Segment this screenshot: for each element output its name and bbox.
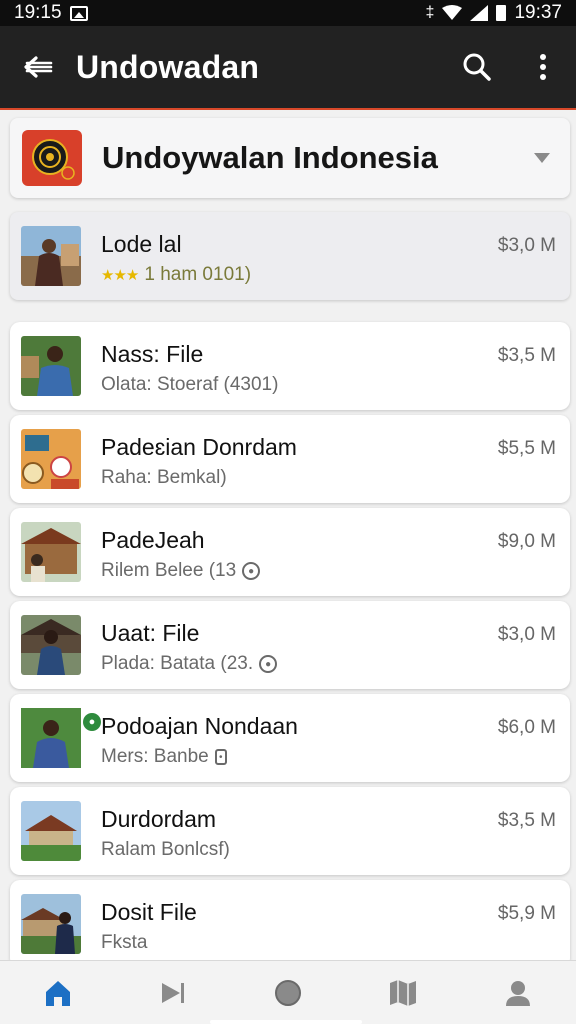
- play-icon: [161, 982, 184, 1003]
- status-time-left: 19:15: [14, 2, 62, 23]
- list-item[interactable]: Dosit File Fksta $5,9 M: [10, 880, 570, 960]
- verified-badge-icon: ●: [83, 713, 101, 731]
- item-subtitle-text: Raha: Bemkal): [101, 467, 227, 488]
- item-title: Durdordam: [101, 806, 217, 832]
- item-subtitle: Olata: Stoeraf (4301): [101, 374, 278, 396]
- lock-icon: ●: [242, 562, 261, 580]
- list-item[interactable]: Padeɛian Donrdam Raha: Bemkal) $5,5 M: [10, 415, 570, 503]
- status-bar: 19:15 ‡ 19:37: [0, 0, 576, 26]
- profile-icon: [506, 980, 531, 1006]
- item-thumbnail: ●: [21, 708, 101, 768]
- item-subtitle: Mers: Banbe •: [101, 746, 227, 768]
- list-item[interactable]: Nass: File Olata: Stoeraf (4301) $3,5 M: [10, 322, 570, 410]
- list-item[interactable]: Uaat: File Plada: Batata (23. ● $3,0 M: [10, 601, 570, 689]
- item-title: PadeJeah: [101, 527, 205, 553]
- item-subtitle: Raha: Bemkal): [101, 467, 227, 489]
- item-title: Padeɛian Donrdam: [101, 434, 297, 460]
- nav-map-button[interactable]: [373, 963, 433, 1023]
- item-price: $3,5 M: [497, 345, 556, 366]
- featured-price: $3,0 M: [497, 235, 556, 256]
- battery-icon: [496, 5, 507, 21]
- home-indicator: [210, 1020, 362, 1024]
- category-selector[interactable]: Undoywalan Indonesia: [10, 118, 570, 198]
- list-item[interactable]: Durdordam Ralam Bonlcsf) $3,5 M: [10, 787, 570, 875]
- item-subtitle: Ralam Bonlcsf): [101, 839, 230, 861]
- item-thumbnail: [21, 522, 81, 582]
- item-title: Podoajan Nondaan: [101, 713, 298, 739]
- more-vert-icon[interactable]: [510, 25, 576, 109]
- circle-icon: [274, 979, 301, 1006]
- item-price: $3,5 M: [497, 810, 556, 831]
- item-thumbnail: [21, 801, 81, 861]
- item-price: $9,0 M: [497, 531, 556, 552]
- item-list: Nass: File Olata: Stoeraf (4301) $3,5 M …: [10, 322, 570, 960]
- item-subtitle-text: Ralam Bonlcsf): [101, 839, 230, 860]
- item-subtitle: Fksta: [101, 932, 147, 954]
- featured-subtitle-row: ★★★ 1 ham 0101): [101, 264, 251, 286]
- item-subtitle-text: Fksta: [101, 932, 148, 953]
- item-title: Uaat: File: [101, 620, 200, 646]
- item-thumbnail: [21, 429, 81, 489]
- nav-circle-button[interactable]: [258, 963, 318, 1023]
- item-price: $3,0 M: [497, 624, 556, 645]
- emblem-logo: [22, 130, 82, 186]
- lock-icon: ●: [259, 655, 278, 673]
- content-area: Undoywalan Indonesia Lode lal ★★★ 1 ham …: [0, 112, 576, 960]
- item-thumbnail: [21, 615, 81, 675]
- nav-home-button[interactable]: [28, 963, 88, 1023]
- item-thumbnail: [21, 336, 81, 396]
- nfc-icon: ‡: [425, 4, 435, 21]
- lock-icon: •: [214, 749, 227, 765]
- featured-thumbnail: [21, 226, 81, 286]
- item-title: Nass: File: [101, 341, 204, 367]
- item-subtitle-text: Rilem Belee (13: [101, 560, 237, 581]
- category-title: Undoywalan Indonesia: [102, 140, 438, 175]
- list-item[interactable]: PadeJeah Rilem Belee (13 ● $9,0 M: [10, 508, 570, 596]
- featured-item[interactable]: Lode lal ★★★ 1 ham 0101) $3,0 M: [10, 212, 570, 300]
- map-icon: [390, 979, 417, 1006]
- back-arrow-icon[interactable]: [0, 25, 76, 109]
- item-price: $6,0 M: [497, 717, 556, 738]
- dropdown-arrow-icon[interactable]: [514, 153, 570, 163]
- status-time-right: 19:37: [514, 2, 562, 23]
- item-subtitle-text: Mers: Banbe: [101, 746, 209, 767]
- bottom-navigation: [0, 960, 576, 1024]
- item-thumbnail: [21, 894, 81, 954]
- item-subtitle-text: Olata: Stoeraf (4301): [101, 374, 279, 395]
- list-item[interactable]: ● Podoajan Nondaan Mers: Banbe • $6,0 M: [10, 694, 570, 782]
- app-title: Undowadan: [76, 48, 260, 85]
- item-subtitle-text: Plada: Batata (23.: [101, 653, 254, 674]
- signal-icon: [470, 5, 489, 21]
- item-price: $5,5 M: [497, 438, 556, 459]
- gallery-notification-icon: [69, 5, 88, 21]
- nav-profile-button[interactable]: [488, 963, 548, 1023]
- item-title: Dosit File: [101, 899, 197, 925]
- app-bar: Undowadan: [0, 26, 576, 110]
- item-subtitle: Rilem Belee (13 ●: [101, 560, 261, 582]
- wifi-icon: [442, 5, 463, 20]
- item-subtitle: Plada: Batata (23. ●: [101, 653, 278, 675]
- featured-title: Lode lal: [101, 231, 182, 257]
- featured-subtitle: 1 ham 0101): [144, 264, 252, 285]
- rating-stars: ★★★: [101, 267, 139, 284]
- search-icon[interactable]: [444, 25, 510, 109]
- item-price: $5,9 M: [497, 903, 556, 924]
- nav-play-button[interactable]: [143, 963, 203, 1023]
- home-icon: [45, 980, 70, 1006]
